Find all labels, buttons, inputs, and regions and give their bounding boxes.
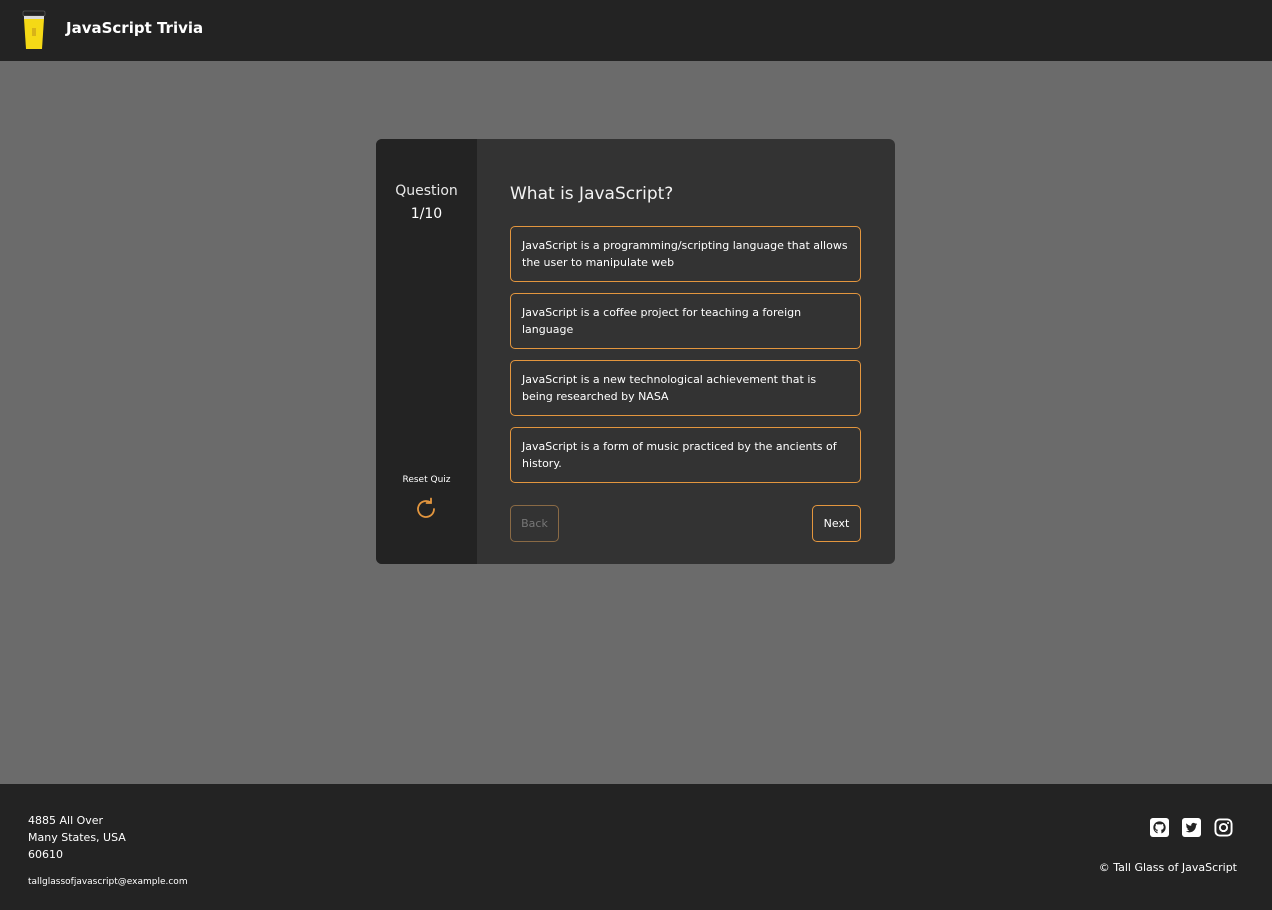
top-header: JavaScript Trivia [0, 0, 1272, 61]
reset-quiz-label: Reset Quiz [402, 475, 451, 485]
question-label: Question [395, 183, 458, 199]
social-links [1150, 818, 1233, 837]
address-line-2: Many States, USA [28, 831, 126, 844]
github-icon[interactable] [1150, 818, 1169, 837]
refresh-icon[interactable] [414, 497, 438, 521]
quiz-card: Question 1/10 Reset Quiz What is JavaScr… [376, 139, 895, 564]
quiz-sidebar: Question 1/10 Reset Quiz [376, 139, 477, 564]
twitter-icon[interactable] [1182, 818, 1201, 837]
instagram-icon[interactable] [1214, 818, 1233, 837]
address-line-3: 60610 [28, 848, 63, 861]
site-footer: 4885 All Over Many States, USA 60610 tal… [0, 784, 1272, 910]
question-title: What is JavaScript? [510, 184, 674, 204]
copyright-text: © Tall Glass of JavaScript [1098, 861, 1237, 874]
answer-option-2[interactable]: JavaScript is a coffee project for teach… [510, 293, 861, 349]
answer-option-1[interactable]: JavaScript is a programming/scripting la… [510, 226, 861, 282]
contact-email[interactable]: tallglassofjavascript@example.com [28, 877, 188, 887]
question-counter: 1/10 [410, 206, 443, 222]
answer-option-4[interactable]: JavaScript is a form of music practiced … [510, 427, 861, 483]
address-block: 4885 All Over Many States, USA 60610 [28, 812, 126, 863]
address-line-1: 4885 All Over [28, 814, 104, 827]
back-button[interactable]: Back [510, 505, 559, 542]
next-button[interactable]: Next [812, 505, 861, 542]
coffee-cup-icon[interactable] [22, 10, 46, 50]
answer-option-3[interactable]: JavaScript is a new technological achiev… [510, 360, 861, 416]
site-title[interactable]: JavaScript Trivia [66, 19, 203, 37]
